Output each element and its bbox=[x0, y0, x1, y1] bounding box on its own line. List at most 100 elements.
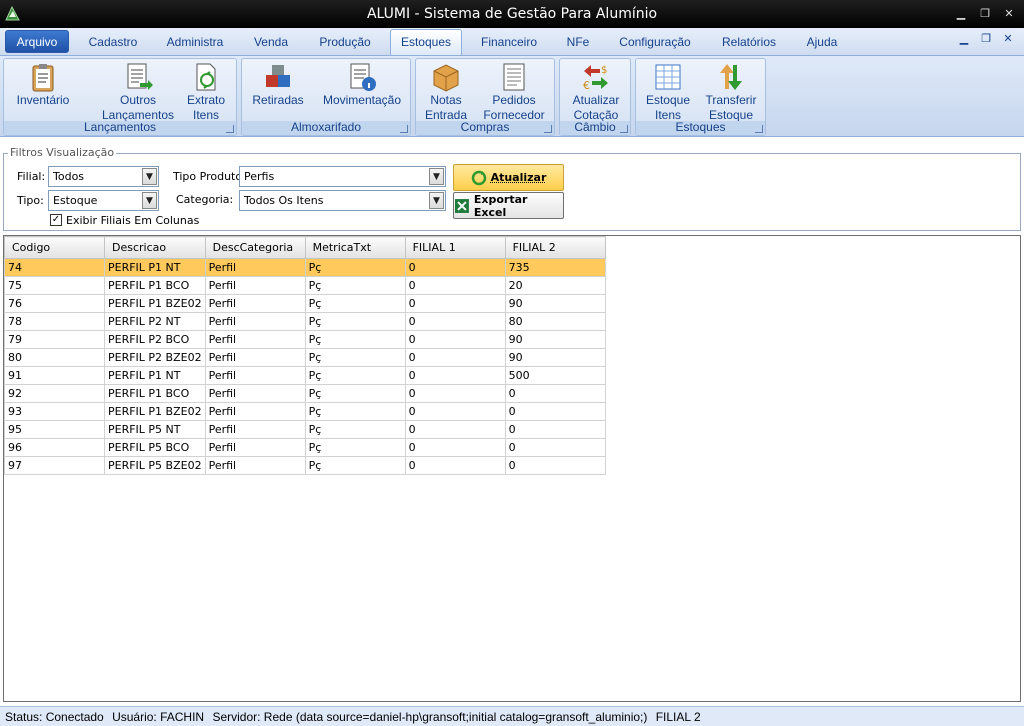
table-cell[interactable]: 0 bbox=[404, 384, 506, 403]
close-button[interactable]: ✕ bbox=[1002, 7, 1016, 21]
table-cell[interactable]: Perfil bbox=[204, 420, 306, 439]
tab-financeiro[interactable]: Financeiro bbox=[474, 34, 544, 54]
tab-configuracao[interactable]: Configuração bbox=[612, 34, 698, 54]
table-cell[interactable]: Pç bbox=[304, 366, 406, 385]
table-cell[interactable]: 0 bbox=[504, 420, 606, 439]
table-cell[interactable]: 0 bbox=[504, 438, 606, 457]
table-cell[interactable]: 0 bbox=[404, 294, 506, 313]
outros-lancamentos-button[interactable]: Outros Lançamentos bbox=[96, 59, 180, 123]
table-cell[interactable]: 91 bbox=[4, 366, 105, 385]
table-cell[interactable]: 96 bbox=[4, 438, 105, 457]
dialog-launcher-icon[interactable] bbox=[755, 125, 763, 133]
restore-button[interactable]: ❐ bbox=[978, 7, 992, 21]
table-cell[interactable]: Pç bbox=[304, 402, 406, 421]
table-cell[interactable]: 0 bbox=[404, 312, 506, 331]
table-cell[interactable]: Perfil bbox=[204, 366, 306, 385]
table-cell[interactable]: 76 bbox=[4, 294, 105, 313]
table-cell[interactable]: PERFIL P2 BZE02 bbox=[104, 348, 206, 367]
atualizar-button[interactable]: Atualizar bbox=[453, 164, 564, 191]
mdi-minimize-button[interactable]: ▁ bbox=[958, 33, 970, 45]
categoria-select[interactable]: Todos Os Itens ▼ bbox=[239, 190, 446, 211]
tab-cadastro[interactable]: Cadastro bbox=[82, 34, 144, 54]
chevron-down-icon[interactable]: ▼ bbox=[429, 168, 444, 185]
dialog-launcher-icon[interactable] bbox=[620, 125, 628, 133]
tab-nfe[interactable]: NFe bbox=[560, 34, 596, 54]
table-cell[interactable]: 74 bbox=[4, 258, 105, 277]
table-cell[interactable]: PERFIL P5 BZE02 bbox=[104, 456, 206, 475]
table-cell[interactable]: Perfil bbox=[204, 276, 306, 295]
table-cell[interactable]: Perfil bbox=[204, 402, 306, 421]
table-cell[interactable]: PERFIL P1 BZE02 bbox=[104, 294, 206, 313]
tab-venda[interactable]: Venda bbox=[246, 34, 296, 54]
chevron-down-icon[interactable]: ▼ bbox=[142, 168, 157, 185]
table-cell[interactable]: Pç bbox=[304, 276, 406, 295]
movimentacao-button[interactable]: Movimentação bbox=[316, 59, 408, 108]
table-cell[interactable]: Pç bbox=[304, 384, 406, 403]
table-cell[interactable]: Perfil bbox=[204, 456, 306, 475]
dialog-launcher-icon[interactable] bbox=[400, 125, 408, 133]
mdi-close-button[interactable]: ✕ bbox=[1002, 33, 1014, 45]
table-cell[interactable]: 20 bbox=[504, 276, 606, 295]
tipo-produto-select[interactable]: Perfis ▼ bbox=[239, 166, 446, 187]
table-cell[interactable]: 0 bbox=[404, 456, 506, 475]
table-cell[interactable]: 90 bbox=[504, 330, 606, 349]
table-cell[interactable]: 90 bbox=[504, 348, 606, 367]
tab-estoques[interactable]: Estoques bbox=[390, 29, 462, 55]
table-cell[interactable]: Perfil bbox=[204, 384, 306, 403]
table-cell[interactable]: 0 bbox=[404, 330, 506, 349]
tipo-select[interactable]: Estoque ▼ bbox=[48, 190, 159, 211]
table-row[interactable]: 78 PERFIL P2 NT Perfil Pç 0 80 bbox=[4, 312, 606, 331]
column-header[interactable]: FILIAL 2 bbox=[504, 236, 606, 259]
table-row[interactable]: 97 PERFIL P5 BZE02 Perfil Pç 0 0 bbox=[4, 456, 606, 475]
table-cell[interactable]: Perfil bbox=[204, 312, 306, 331]
column-header[interactable]: DescCategoria bbox=[204, 236, 306, 259]
retiradas-button[interactable]: Retiradas bbox=[248, 59, 308, 108]
table-cell[interactable]: 0 bbox=[404, 366, 506, 385]
table-cell[interactable]: 0 bbox=[404, 402, 506, 421]
table-cell[interactable]: 0 bbox=[404, 258, 506, 277]
table-cell[interactable]: 93 bbox=[4, 402, 105, 421]
table-cell[interactable]: Perfil bbox=[204, 330, 306, 349]
chevron-down-icon[interactable]: ▼ bbox=[429, 192, 444, 209]
table-cell[interactable]: Pç bbox=[304, 330, 406, 349]
table-cell[interactable]: PERFIL P1 NT bbox=[104, 258, 206, 277]
table-row[interactable]: 93 PERFIL P1 BZE02 Perfil Pç 0 0 bbox=[4, 402, 606, 421]
table-row[interactable]: 96 PERFIL P5 BCO Perfil Pç 0 0 bbox=[4, 438, 606, 457]
table-cell[interactable]: PERFIL P1 NT bbox=[104, 366, 206, 385]
table-row[interactable]: 91 PERFIL P1 NT Perfil Pç 0 500 bbox=[4, 366, 606, 385]
table-row[interactable]: 76 PERFIL P1 BZE02 Perfil Pç 0 90 bbox=[4, 294, 606, 313]
table-row[interactable]: 74 PERFIL P1 NT Perfil Pç 0 735 bbox=[4, 258, 606, 277]
table-cell[interactable]: 79 bbox=[4, 330, 105, 349]
column-header[interactable]: Descricao bbox=[104, 236, 206, 259]
table-cell[interactable]: 0 bbox=[504, 402, 606, 421]
table-cell[interactable]: Pç bbox=[304, 312, 406, 331]
table-row[interactable]: 92 PERFIL P1 BCO Perfil Pç 0 0 bbox=[4, 384, 606, 403]
tab-producao[interactable]: Produção bbox=[310, 34, 380, 54]
table-cell[interactable]: Perfil bbox=[204, 294, 306, 313]
table-row[interactable]: 95 PERFIL P5 NT Perfil Pç 0 0 bbox=[4, 420, 606, 439]
table-cell[interactable]: 500 bbox=[504, 366, 606, 385]
column-header[interactable]: Codigo bbox=[4, 236, 105, 259]
column-header[interactable]: MetricaTxt bbox=[304, 236, 406, 259]
table-cell[interactable]: PERFIL P2 BCO bbox=[104, 330, 206, 349]
table-cell[interactable]: Perfil bbox=[204, 258, 306, 277]
tab-relatorios[interactable]: Relatórios bbox=[714, 34, 784, 54]
table-cell[interactable]: 0 bbox=[504, 456, 606, 475]
extrato-itens-button[interactable]: Extrato Itens bbox=[178, 59, 234, 123]
chevron-down-icon[interactable]: ▼ bbox=[142, 192, 157, 209]
tab-ajuda[interactable]: Ajuda bbox=[798, 34, 846, 54]
table-cell[interactable]: PERFIL P5 NT bbox=[104, 420, 206, 439]
table-cell[interactable]: Pç bbox=[304, 294, 406, 313]
table-cell[interactable]: Pç bbox=[304, 438, 406, 457]
filial-select[interactable]: Todos ▼ bbox=[48, 166, 159, 187]
inventario-button[interactable]: Inventário bbox=[12, 59, 74, 108]
table-cell[interactable]: PERFIL P1 BZE02 bbox=[104, 402, 206, 421]
table-cell[interactable]: Perfil bbox=[204, 348, 306, 367]
table-cell[interactable]: Perfil bbox=[204, 438, 306, 457]
table-cell[interactable]: 90 bbox=[504, 294, 606, 313]
table-cell[interactable]: 80 bbox=[4, 348, 105, 367]
tab-administra[interactable]: Administra bbox=[160, 34, 230, 54]
atualizar-cotacao-button[interactable]: $ € Atualizar Cotação bbox=[564, 59, 628, 123]
table-row[interactable]: 80 PERFIL P2 BZE02 Perfil Pç 0 90 bbox=[4, 348, 606, 367]
exibir-filiais-checkbox[interactable]: ✓ bbox=[50, 214, 62, 226]
